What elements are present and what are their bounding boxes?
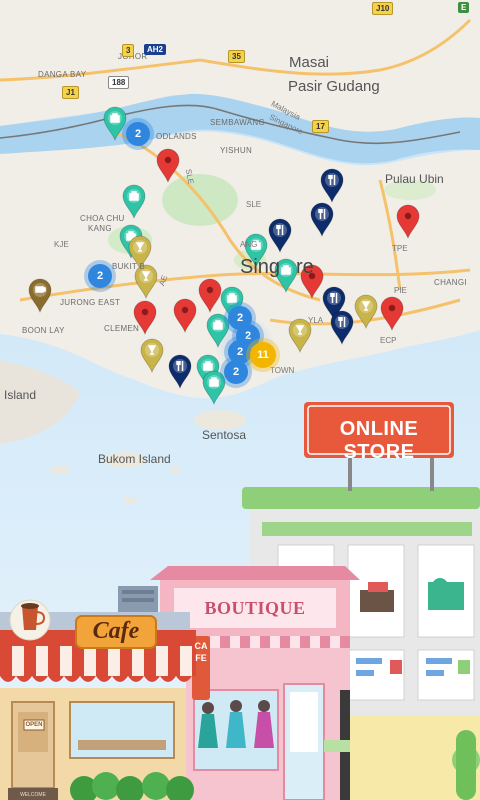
place-label: DANGA BAY [38, 70, 87, 79]
place-label: ODLANDS [156, 132, 197, 141]
place-label: Island [4, 388, 37, 402]
road-shield: J10 [372, 2, 394, 15]
place-label: Bukom Island [98, 452, 171, 466]
road-label: PIE [394, 286, 407, 295]
park-area [162, 174, 238, 226]
cluster-marker[interactable]: 2 [224, 360, 248, 384]
small-island [122, 497, 138, 503]
road-shield: 3 [122, 44, 135, 57]
road-label: ANG [240, 240, 258, 249]
road-label: KJE [54, 240, 69, 249]
place-label: CHOA CHU [80, 214, 125, 223]
road-shield: 17 [312, 120, 329, 133]
place-label: Sing [240, 256, 281, 278]
cluster-marker[interactable]: 2 [126, 122, 150, 146]
place-label: CLEMEN [104, 324, 140, 333]
road-shield: J1 [62, 86, 79, 99]
road-shield: 35 [228, 50, 245, 63]
online-store-label: ONLINE STORE [339, 418, 419, 463]
road-label: TPE [392, 244, 408, 253]
place-label: CHANGI [434, 278, 467, 287]
place-label: Pulau Ubin [385, 172, 444, 186]
cluster-marker[interactable]: 11 [250, 342, 276, 368]
road-label: YLA [308, 316, 324, 325]
cafe-sign-label: Cafe [92, 618, 140, 644]
place-label: BOON LAY [22, 326, 65, 335]
road-shield: AH2 [144, 44, 167, 55]
road-label: TOWN [270, 366, 295, 375]
small-island [169, 467, 181, 473]
place-label: YISHUN [220, 146, 253, 155]
welcome-mat: WELCOME [20, 792, 46, 798]
road-shield: E [458, 2, 470, 13]
road-label: ECP [380, 336, 397, 345]
boutique-label: BOUTIQUE [204, 598, 306, 618]
place-label: Masai [289, 54, 330, 71]
road-shield: 188 [108, 76, 130, 89]
place-label: Pasir Gudang [288, 78, 380, 95]
place-label: BUKIT B [112, 262, 146, 271]
sentosa-island [194, 410, 246, 430]
place-label: SEMBAWANG [210, 118, 266, 127]
place-label: JURONG EAST [60, 298, 121, 307]
place-label: KANG [88, 224, 112, 233]
place-label: Sentosa [202, 428, 247, 442]
cluster-marker[interactable]: 2 [88, 264, 112, 288]
small-island [50, 466, 70, 474]
cafe-vertical-sign: CAFE [194, 641, 208, 663]
road-label: SLE [246, 200, 262, 209]
open-sign: OPEN [25, 722, 43, 728]
place-label: re [296, 256, 314, 278]
